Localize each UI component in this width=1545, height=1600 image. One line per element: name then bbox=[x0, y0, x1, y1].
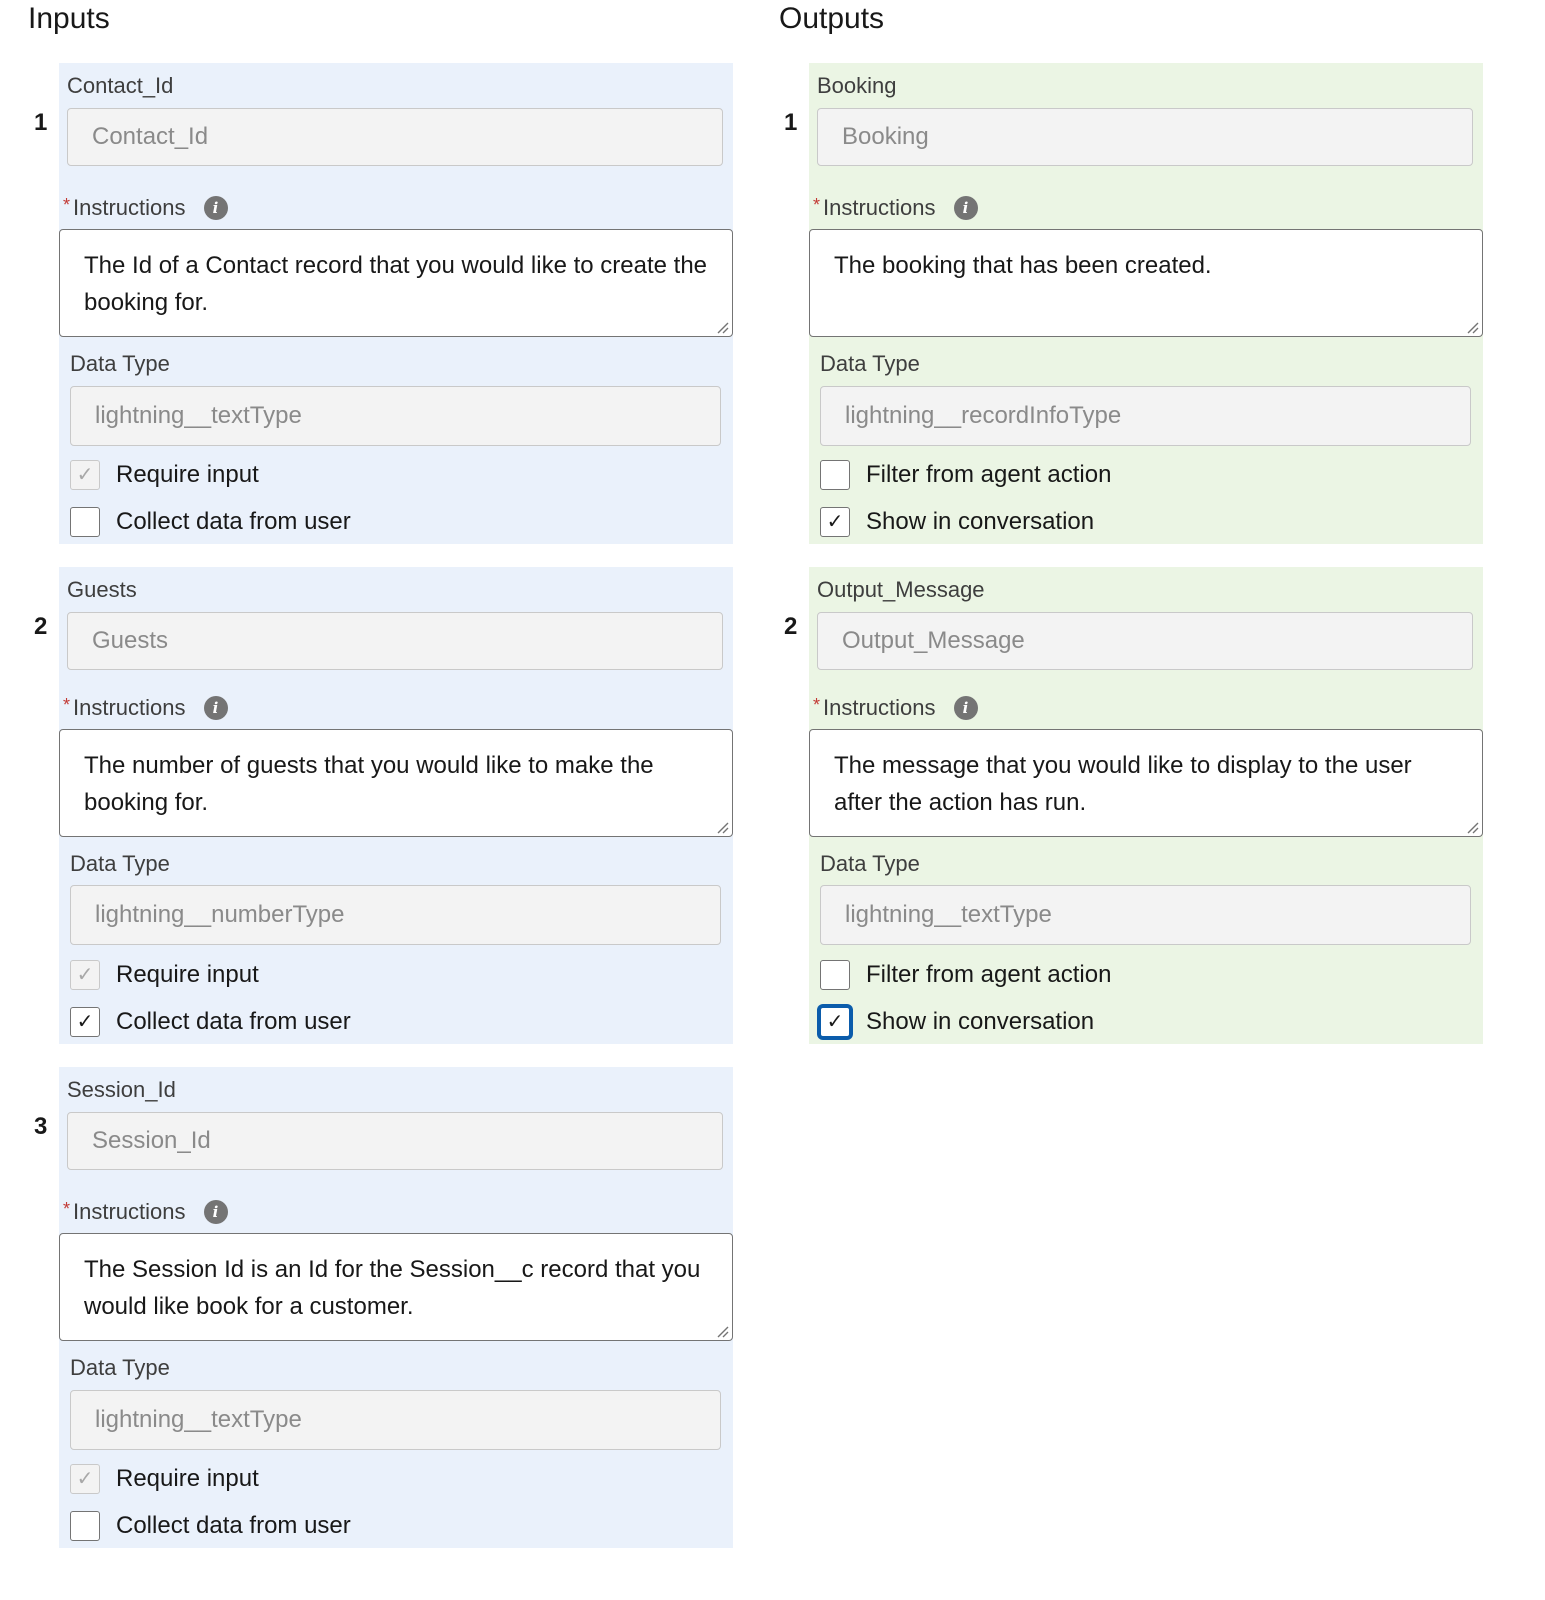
outputs-heading: Outputs bbox=[779, 2, 885, 35]
output-2-filter-from-agent[interactable]: Filter from agent action bbox=[820, 959, 1111, 991]
resize-grip-icon[interactable] bbox=[1465, 820, 1479, 834]
output-1-index: 1 bbox=[784, 109, 798, 136]
checkbox-label: Show in conversation bbox=[866, 508, 1095, 535]
checkbox-label: Collect data from user bbox=[116, 1008, 351, 1035]
output-2-instructions-field[interactable]: The message that you would like to displ… bbox=[809, 729, 1483, 837]
output-1-name-field[interactable] bbox=[817, 108, 1473, 166]
input-1-panel: Contact_Id * Instructions i The Id of a … bbox=[59, 63, 733, 544]
info-icon[interactable]: i bbox=[203, 1200, 228, 1224]
input-1-collect-data[interactable]: Collect data from user bbox=[70, 506, 351, 538]
required-star: * bbox=[813, 694, 821, 715]
input-3-require-input[interactable]: ✓ Require input bbox=[70, 1463, 259, 1495]
instructions-label-text: Instructions bbox=[823, 195, 936, 220]
input-3-data-type-field[interactable] bbox=[70, 1390, 721, 1450]
output-1-instructions-field[interactable]: The booking that has been created. bbox=[809, 229, 1483, 337]
instructions-label-text: Instructions bbox=[73, 695, 186, 720]
input-3-index: 3 bbox=[34, 1113, 48, 1140]
input-3-data-type-label: Data Type bbox=[70, 1355, 170, 1380]
input-1-index: 1 bbox=[34, 109, 48, 136]
checkbox-label: Require input bbox=[116, 961, 259, 988]
required-star: * bbox=[63, 1198, 71, 1219]
input-2-name-field[interactable] bbox=[67, 612, 723, 670]
input-2-data-type-field[interactable] bbox=[70, 885, 721, 945]
input-1-data-type-field[interactable] bbox=[70, 386, 721, 446]
instructions-label-text: Instructions bbox=[73, 195, 186, 220]
input-2-collect-data[interactable]: ✓ Collect data from user bbox=[70, 1006, 351, 1038]
input-2-instructions-field[interactable]: The number of guests that you would like… bbox=[59, 729, 733, 837]
input-1-instructions-label: * Instructions i bbox=[63, 195, 228, 221]
checkmark-icon: ✓ bbox=[76, 1011, 94, 1033]
output-2-instructions-label: * Instructions i bbox=[813, 695, 978, 721]
checkbox[interactable] bbox=[70, 1511, 100, 1541]
instructions-label-text: Instructions bbox=[73, 1199, 186, 1224]
checkbox-label: Require input bbox=[116, 1465, 259, 1492]
output-2-panel: Output_Message * Instructions i The mess… bbox=[809, 567, 1483, 1044]
checkbox-label: Require input bbox=[116, 461, 259, 488]
input-2-require-input[interactable]: ✓ Require input bbox=[70, 959, 259, 991]
output-1-show-in-conversation[interactable]: ✓ Show in conversation bbox=[820, 506, 1094, 538]
input-2-index: 2 bbox=[34, 613, 48, 640]
output-2-name-field[interactable] bbox=[817, 612, 1473, 670]
checkmark-icon: ✓ bbox=[826, 511, 844, 533]
checkmark-icon: ✓ bbox=[826, 1011, 844, 1033]
input-1-require-input[interactable]: ✓ Require input bbox=[70, 459, 259, 491]
output-1-instructions-label: * Instructions i bbox=[813, 195, 978, 221]
output-1-label: Booking bbox=[817, 73, 897, 98]
output-1-panel: Booking * Instructions i The booking tha… bbox=[809, 63, 1483, 544]
required-star: * bbox=[63, 694, 71, 715]
required-star: * bbox=[813, 194, 821, 215]
resize-grip-icon[interactable] bbox=[715, 820, 729, 834]
checkbox[interactable] bbox=[70, 507, 100, 537]
resize-grip-icon[interactable] bbox=[715, 1324, 729, 1338]
output-2-data-type-field[interactable] bbox=[820, 885, 1471, 945]
input-2-data-type-label: Data Type bbox=[70, 851, 170, 876]
output-2-label: Output_Message bbox=[817, 577, 985, 602]
input-2-instructions-label: * Instructions i bbox=[63, 695, 228, 721]
checkmark-icon: ✓ bbox=[76, 1468, 94, 1490]
input-2-panel: Guests * Instructions i The number of gu… bbox=[59, 567, 733, 1044]
input-3-instructions-label: * Instructions i bbox=[63, 1199, 228, 1225]
checkmark-icon: ✓ bbox=[76, 464, 94, 486]
checkbox-label: Show in conversation bbox=[866, 1008, 1095, 1035]
input-1-instructions-field[interactable]: The Id of a Contact record that you woul… bbox=[59, 229, 733, 337]
info-icon[interactable]: i bbox=[203, 196, 228, 220]
checkbox[interactable]: ✓ bbox=[70, 1464, 100, 1494]
output-1-filter-from-agent[interactable]: Filter from agent action bbox=[820, 459, 1111, 491]
checkbox[interactable]: ✓ bbox=[70, 960, 100, 990]
info-icon[interactable]: i bbox=[203, 696, 228, 720]
input-3-collect-data[interactable]: Collect data from user bbox=[70, 1510, 351, 1542]
output-1-data-type-field[interactable] bbox=[820, 386, 1471, 446]
required-star: * bbox=[63, 194, 71, 215]
checkbox[interactable]: ✓ bbox=[70, 460, 100, 490]
info-icon[interactable]: i bbox=[953, 696, 978, 720]
output-1-data-type-label: Data Type bbox=[820, 351, 920, 376]
input-3-name-field[interactable] bbox=[67, 1112, 723, 1170]
resize-grip-icon[interactable] bbox=[1465, 320, 1479, 334]
info-icon[interactable]: i bbox=[953, 196, 978, 220]
input-3-label: Session_Id bbox=[67, 1077, 176, 1102]
checkbox[interactable]: ✓ bbox=[820, 507, 850, 537]
checkbox-label: Collect data from user bbox=[116, 508, 351, 535]
checkbox[interactable]: ✓ bbox=[70, 1007, 100, 1037]
output-2-index: 2 bbox=[784, 613, 798, 640]
checkbox-label: Filter from agent action bbox=[866, 461, 1112, 488]
checkbox-label: Collect data from user bbox=[116, 1512, 351, 1539]
output-2-show-in-conversation[interactable]: ✓ Show in conversation bbox=[820, 1006, 1094, 1038]
output-2-data-type-label: Data Type bbox=[820, 851, 920, 876]
input-3-panel: Session_Id * Instructions i The Session … bbox=[59, 1067, 733, 1548]
checkbox[interactable] bbox=[820, 960, 850, 990]
input-1-data-type-label: Data Type bbox=[70, 351, 170, 376]
input-1-label: Contact_Id bbox=[67, 73, 174, 98]
checkbox-label: Filter from agent action bbox=[866, 961, 1112, 988]
checkmark-icon: ✓ bbox=[76, 964, 94, 986]
instructions-label-text: Instructions bbox=[823, 695, 936, 720]
checkbox[interactable]: ✓ bbox=[820, 1007, 850, 1037]
resize-grip-icon[interactable] bbox=[715, 320, 729, 334]
input-3-instructions-field[interactable]: The Session Id is an Id for the Session_… bbox=[59, 1233, 733, 1341]
inputs-heading: Inputs bbox=[28, 2, 110, 35]
checkbox[interactable] bbox=[820, 460, 850, 490]
input-1-name-field[interactable] bbox=[67, 108, 723, 166]
input-2-label: Guests bbox=[67, 577, 137, 602]
